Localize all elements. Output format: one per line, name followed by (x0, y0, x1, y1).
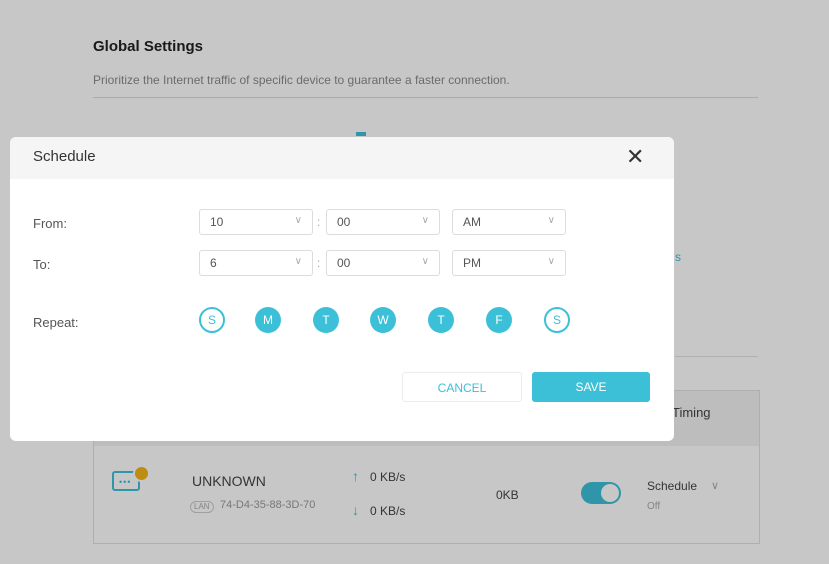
chevron-down-icon: ∨ (294, 256, 302, 267)
repeat-label: Repeat: (33, 315, 79, 330)
to-hour-value: 6 (210, 256, 217, 270)
from-minute-value: 00 (337, 215, 351, 229)
day-toggle-sunday[interactable]: S (199, 307, 225, 333)
cancel-button[interactable]: CANCEL (402, 372, 522, 402)
chevron-down-icon: ∨ (547, 215, 555, 226)
time-separator: : (317, 215, 321, 229)
to-minute-value: 00 (337, 256, 351, 270)
to-ampm-value: PM (463, 256, 481, 270)
close-icon[interactable]: ✕ (626, 144, 644, 170)
chevron-down-icon: ∨ (547, 256, 555, 267)
day-toggle-friday[interactable]: F (486, 307, 512, 333)
day-toggle-tuesday[interactable]: T (313, 307, 339, 333)
chevron-down-icon: ∨ (421, 215, 429, 226)
day-toggle-thursday[interactable]: T (428, 307, 454, 333)
to-hour-select[interactable]: 6 ∨ (199, 250, 313, 276)
dialog-header: Schedule ✕ (10, 137, 674, 179)
schedule-dialog: Schedule ✕ From: 10 ∨ : 00 ∨ AM ∨ To: 6 … (10, 137, 674, 441)
from-label: From: (33, 216, 67, 231)
to-minute-select[interactable]: 00 ∨ (326, 250, 440, 276)
dialog-title: Schedule (33, 148, 96, 165)
to-ampm-select[interactable]: PM ∨ (452, 250, 566, 276)
to-label: To: (33, 257, 51, 272)
from-ampm-value: AM (463, 215, 481, 229)
chevron-down-icon: ∨ (421, 256, 429, 267)
day-toggle-monday[interactable]: M (255, 307, 281, 333)
day-toggle-wednesday[interactable]: W (370, 307, 396, 333)
from-hour-value: 10 (210, 215, 224, 229)
from-ampm-select[interactable]: AM ∨ (452, 209, 566, 235)
save-button[interactable]: SAVE (532, 372, 650, 402)
chevron-down-icon: ∨ (294, 215, 302, 226)
day-toggle-saturday[interactable]: S (544, 307, 570, 333)
from-hour-select[interactable]: 10 ∨ (199, 209, 313, 235)
from-minute-select[interactable]: 00 ∨ (326, 209, 440, 235)
time-separator: : (317, 256, 321, 270)
